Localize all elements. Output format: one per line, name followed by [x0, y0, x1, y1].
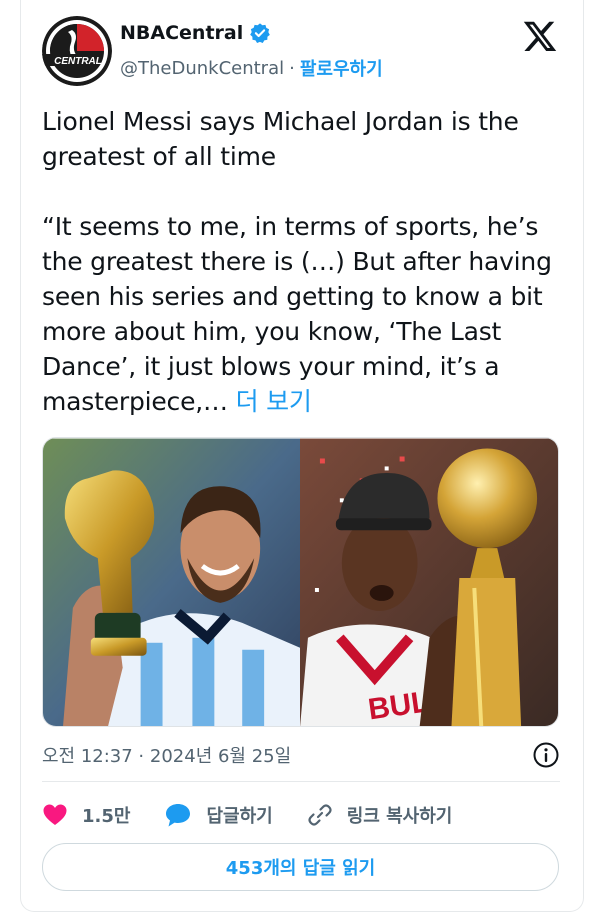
display-name[interactable]: NBACentral [120, 22, 243, 44]
meta-row: 오전 12:37 · 2024년 6월 25일 [42, 740, 560, 770]
read-replies-button[interactable]: 453개의 답글 읽기 [42, 843, 559, 891]
x-logo-icon[interactable] [522, 18, 558, 54]
tweet-timestamp[interactable]: 오전 12:37 · 2024년 6월 25일 [42, 742, 291, 768]
avatar[interactable]: CENTRAL [42, 16, 112, 86]
info-icon[interactable] [532, 741, 560, 769]
like-button[interactable]: 1.5만 [42, 802, 130, 828]
show-more-link[interactable]: 더 보기 [236, 387, 312, 416]
avatar-brand-text: CENTRAL [54, 56, 102, 67]
tweet-text: Lionel Messi says Michael Jordan is the … [42, 104, 566, 419]
copy-link-label: 링크 복사하기 [346, 806, 453, 827]
reply-label: 답글하기 [206, 806, 273, 827]
link-icon [308, 804, 332, 826]
reply-bubble-icon [166, 804, 191, 827]
divider [42, 781, 560, 782]
author-handle[interactable]: @TheDunkCentral [120, 58, 284, 79]
reply-button[interactable]: 답글하기 [164, 802, 273, 828]
author-name-row: NBACentral [120, 22, 271, 44]
heart-icon [43, 804, 67, 825]
action-bar: 1.5만 답글하기 링크 복사하기 [42, 797, 560, 833]
tweet-headline: Lionel Messi says Michael Jordan is the … [42, 107, 519, 171]
copy-link-button[interactable]: 링크 복사하기 [307, 802, 453, 828]
follow-button[interactable]: 팔로우하기 [300, 55, 383, 81]
media-photo-jordan: BULL [300, 438, 558, 726]
like-count: 1.5만 [82, 806, 131, 827]
handle-row: @TheDunkCentral · 팔로우하기 [120, 55, 383, 81]
tweet-quote: “It seems to me, in terms of sports, he’… [42, 212, 552, 416]
verified-badge-icon [249, 22, 271, 44]
tweet-media[interactable]: BULL [42, 437, 559, 727]
media-photo-messi [43, 438, 300, 726]
handle-separator: · [289, 57, 295, 79]
